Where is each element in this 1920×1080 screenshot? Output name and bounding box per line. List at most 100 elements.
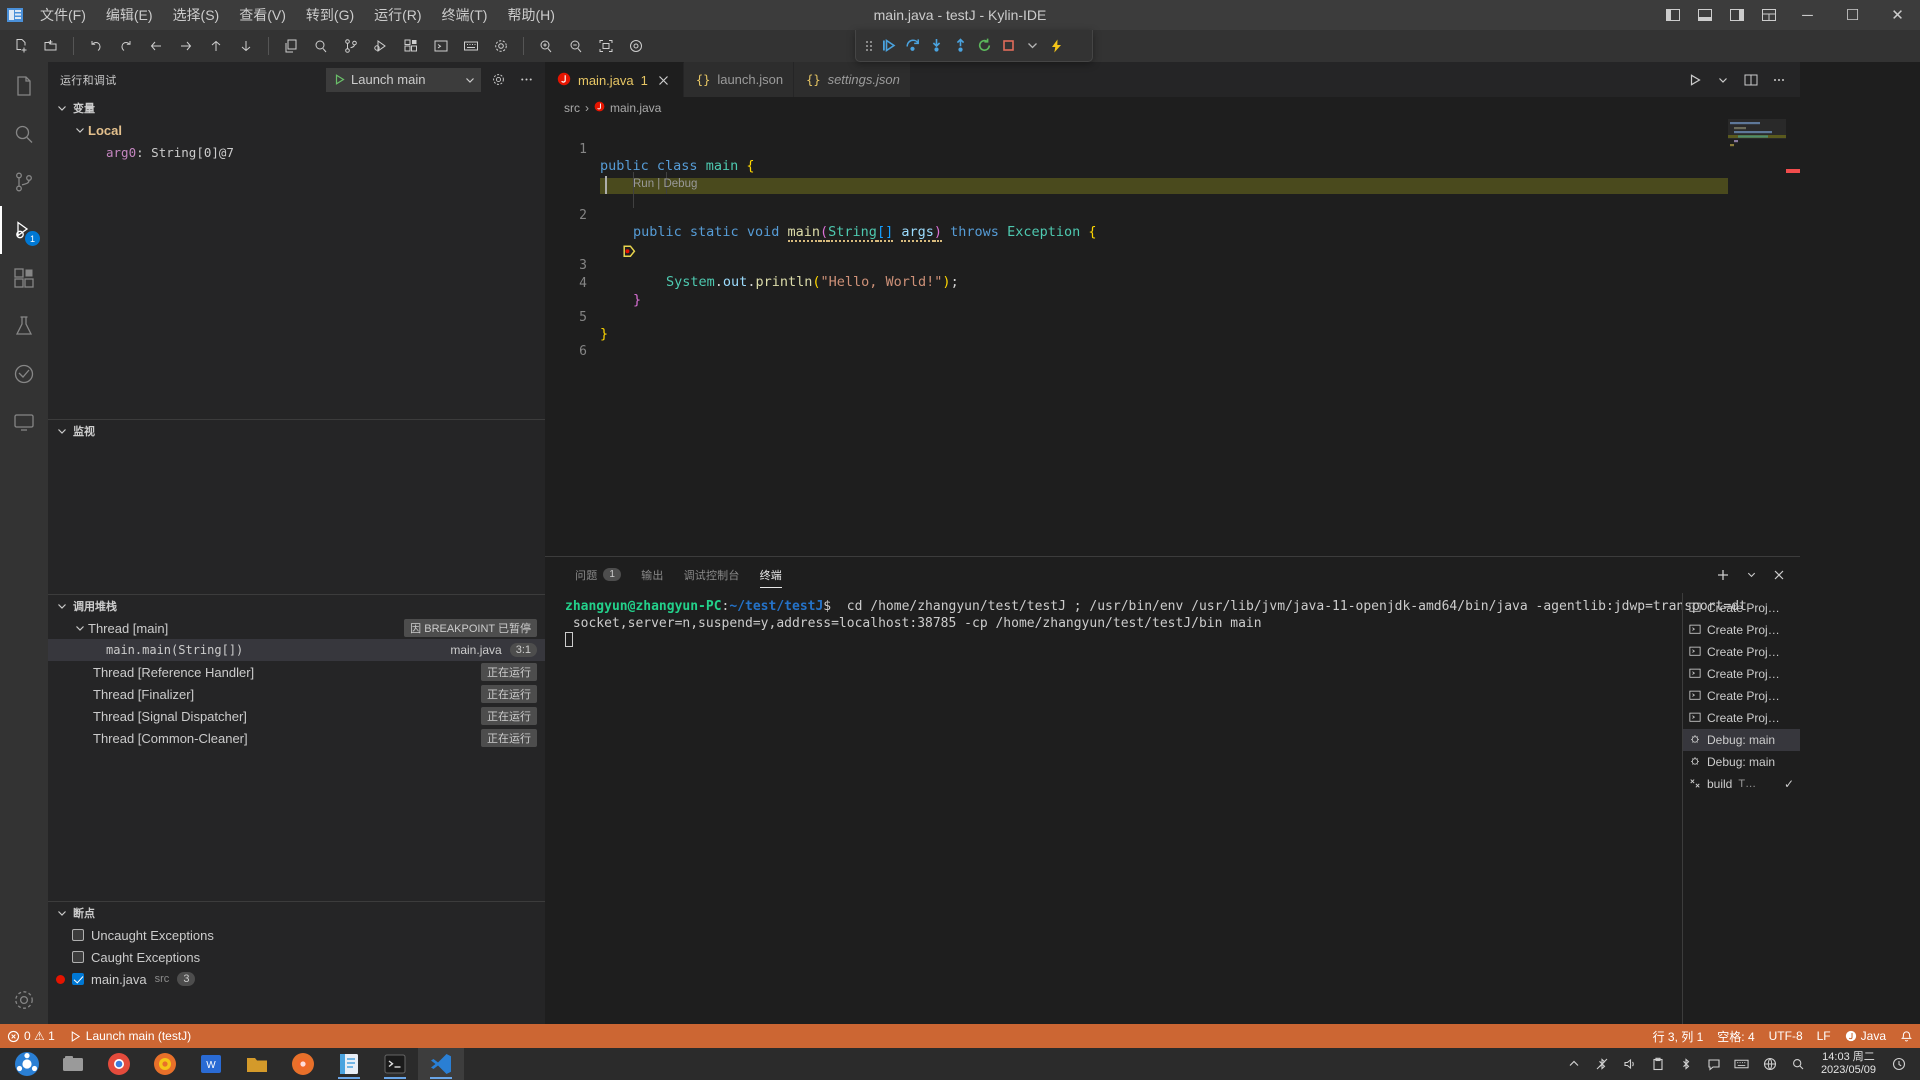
taskbar-file-explorer[interactable] (234, 1048, 280, 1080)
taskbar-firefox[interactable] (142, 1048, 188, 1080)
status-language-mode[interactable]: Java (1838, 1024, 1893, 1048)
redo-icon[interactable] (111, 33, 141, 59)
copy-icon[interactable] (276, 33, 306, 59)
variables-scope-local[interactable]: Local (48, 119, 545, 141)
menu-go[interactable]: 转到(G) (296, 0, 364, 30)
terminal-output[interactable]: zhangyun@zhangyun-PC:~/test/testJ$ cd /h… (545, 592, 1800, 1024)
watch-tree[interactable] (48, 442, 545, 594)
run-debug-icon[interactable] (366, 33, 396, 59)
fit-screen-icon[interactable] (591, 33, 621, 59)
code-line-6[interactable]: 6 (545, 328, 1800, 359)
step-into-icon[interactable] (924, 34, 948, 58)
taskbar-start-menu[interactable] (4, 1048, 50, 1080)
breadcrumb-src[interactable]: src (564, 101, 580, 115)
manage-gear-icon[interactable] (0, 976, 48, 1024)
keyboard-icon[interactable] (456, 33, 486, 59)
breadcrumb[interactable]: src › main.java (545, 97, 1800, 119)
back-icon[interactable] (141, 33, 171, 59)
callstack-thread-main[interactable]: Thread [main] 因 BREAKPOINT 已暂停 (48, 617, 545, 639)
panel-tab-problems[interactable]: 问题 1 (565, 557, 631, 592)
minimize-button[interactable]: ─ (1785, 0, 1830, 30)
code-lens-label[interactable]: Run | Debug (633, 176, 697, 192)
terminal-list-item-debug-main[interactable]: Debug: main (1683, 729, 1800, 751)
terminal-list-item[interactable]: Create Proj… (1683, 707, 1800, 729)
zoom-out-icon[interactable] (561, 33, 591, 59)
tab-settings-json[interactable]: {} settings.json (794, 62, 911, 97)
checkbox[interactable] (72, 951, 84, 963)
menu-help[interactable]: 帮助(H) (497, 0, 564, 30)
taskbar-file-manager[interactable] (50, 1048, 96, 1080)
menu-file[interactable]: 文件(F) (30, 0, 96, 30)
bluetooth-icon[interactable] (1673, 1048, 1699, 1080)
keyboard-icon[interactable] (1729, 1048, 1755, 1080)
launch-configuration-select[interactable]: Launch main (326, 67, 481, 92)
taskbar-vscode[interactable] (418, 1048, 464, 1080)
panel-left-icon[interactable] (1657, 0, 1689, 30)
minimap[interactable] (1728, 119, 1786, 556)
terminal-list-item[interactable]: Create Proj… (1683, 663, 1800, 685)
status-launch-target[interactable]: Launch main (testJ) (62, 1024, 198, 1048)
checkbox[interactable] (72, 929, 84, 941)
code-line-4[interactable]: 4 } (545, 260, 1800, 308)
terminal-list-item[interactable]: Create Proj… (1683, 619, 1800, 641)
activity-search[interactable] (0, 110, 48, 158)
menu-run[interactable]: 运行(R) (364, 0, 431, 30)
search-icon[interactable] (306, 33, 336, 59)
debug-toolbar[interactable] (855, 30, 1093, 62)
volume-icon[interactable] (1617, 1048, 1643, 1080)
chevron-down-icon[interactable] (1710, 67, 1736, 93)
run-icon[interactable] (1682, 67, 1708, 93)
close-panel-icon[interactable] (1766, 562, 1792, 588)
section-header-watch[interactable]: 监视 (48, 420, 545, 442)
search-icon[interactable] (1785, 1048, 1811, 1080)
status-cursor-position[interactable]: 行 3, 列 1 (1646, 1024, 1711, 1048)
menu-edit[interactable]: 编辑(E) (96, 0, 163, 30)
breakpoint-current-icon[interactable] (558, 229, 636, 257)
terminal-list-item[interactable]: Create Proj… (1683, 685, 1800, 707)
step-over-icon[interactable] (900, 34, 924, 58)
clipboard-icon[interactable] (1645, 1048, 1671, 1080)
tab-main-java[interactable]: main.java 1 (545, 62, 684, 97)
breakpoint-caught-exceptions[interactable]: Caught Exceptions (48, 946, 545, 968)
taskbar-firefox-dev[interactable] (280, 1048, 326, 1080)
status-notifications[interactable] (1893, 1024, 1920, 1048)
activity-extensions[interactable] (0, 254, 48, 302)
chevron-up-icon[interactable] (1561, 1048, 1587, 1080)
breakpoint-uncaught-exceptions[interactable]: Uncaught Exceptions (48, 924, 545, 946)
tab-launch-json[interactable]: {} launch.json (683, 62, 795, 97)
terminal-list-item[interactable]: Create Proj… (1683, 641, 1800, 663)
breadcrumb-file[interactable]: main.java (610, 101, 661, 115)
notification-center-icon[interactable] (1886, 1048, 1912, 1080)
new-file-icon[interactable] (6, 33, 36, 59)
globe-icon[interactable] (1757, 1048, 1783, 1080)
panel-bottom-icon[interactable] (1689, 0, 1721, 30)
up-icon[interactable] (201, 33, 231, 59)
variable-row-arg0[interactable]: arg0 : String[0]@7 (48, 141, 545, 163)
callstack-thread-reference-handler[interactable]: Thread [Reference Handler] 正在运行 (48, 661, 545, 683)
breakpoint-main-java[interactable]: main.java src 3 (48, 968, 545, 990)
customize-layout-icon[interactable] (1753, 0, 1785, 30)
code-lens[interactable]: Run | Debug (545, 160, 1800, 190)
panel-tab-debug-console[interactable]: 调试控制台 (674, 557, 750, 592)
status-eol[interactable]: LF (1810, 1024, 1838, 1048)
drag-handle-icon[interactable] (862, 34, 876, 58)
close-button[interactable]: ✕ (1875, 0, 1920, 30)
callstack-frame[interactable]: main.main(String[]) main.java 3:1 (48, 639, 545, 661)
editor-more-icon[interactable] (1766, 67, 1792, 93)
taskbar-terminal-app[interactable] (372, 1048, 418, 1080)
breakpoints-list[interactable]: Uncaught Exceptions Caught Exceptions ma… (48, 924, 545, 1024)
taskbar-clock[interactable]: 14:03 周二 2023/05/09 (1813, 1051, 1884, 1077)
section-header-variables[interactable]: 变量 (48, 97, 545, 119)
split-editor-icon[interactable] (1738, 67, 1764, 93)
bluetooth-off-icon[interactable] (1589, 1048, 1615, 1080)
code-line-3[interactable]: 3 System.out.println("Hello, World!"); (545, 226, 1800, 290)
callstack-thread-finalizer[interactable]: Thread [Finalizer] 正在运行 (48, 683, 545, 705)
callstack-thread-signal-dispatcher[interactable]: Thread [Signal Dispatcher] 正在运行 (48, 705, 545, 727)
chevron-down-icon[interactable] (1738, 562, 1764, 588)
panel-right-icon[interactable] (1721, 0, 1753, 30)
activity-display[interactable] (0, 398, 48, 446)
code-line-2[interactable]: 2 public static void main(String[] args)… (545, 192, 1800, 242)
undo-icon[interactable] (81, 33, 111, 59)
close-icon[interactable] (655, 71, 673, 89)
down-icon[interactable] (231, 33, 261, 59)
